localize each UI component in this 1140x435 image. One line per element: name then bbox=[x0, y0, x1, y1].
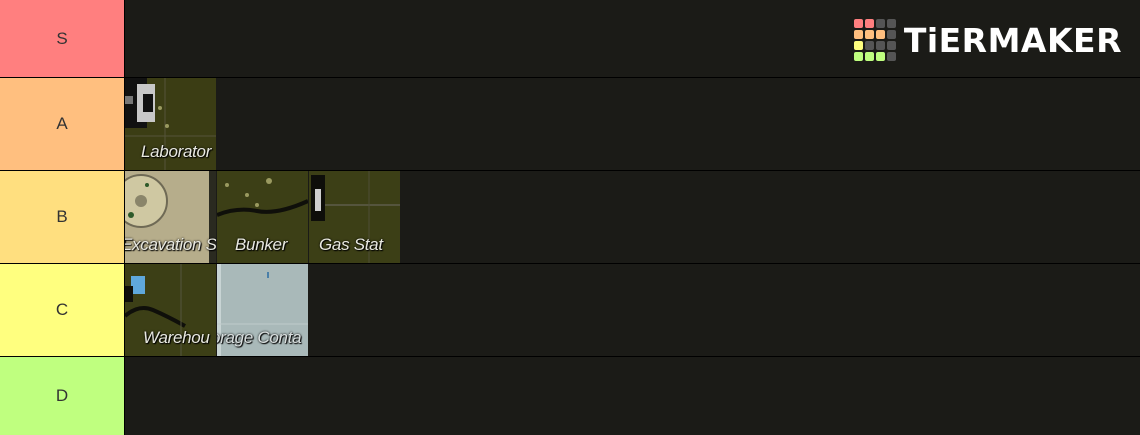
tier-label-a[interactable]: A bbox=[0, 78, 124, 170]
tier-label-c[interactable]: C bbox=[0, 264, 124, 356]
tier-items-c[interactable]: Warehou orage Conta bbox=[125, 264, 1140, 356]
tier-item-laboratory[interactable]: Laborator bbox=[125, 78, 216, 170]
tile-caption: Gas Stat bbox=[319, 235, 383, 254]
tier-row-b: B Excavation S Bunker Gas Stat bbox=[0, 171, 1140, 263]
tiermaker-logo: TiERMAKER bbox=[853, 19, 1122, 61]
tier-row-d: D bbox=[0, 357, 1140, 435]
tile-caption: Excavation S bbox=[125, 235, 216, 254]
tile-caption: Bunker bbox=[235, 235, 288, 254]
tier-row-s: S TiERMAKER bbox=[0, 0, 1140, 77]
tier-row-a: A Laborator bbox=[0, 78, 1140, 170]
tier-items-b[interactable]: Excavation S Bunker Gas Stat bbox=[125, 171, 1140, 263]
tier-items-s[interactable]: TiERMAKER bbox=[125, 0, 1140, 77]
tier-item-excavation-site[interactable]: Excavation S bbox=[125, 171, 216, 263]
tier-item-warehouse[interactable]: Warehou bbox=[125, 264, 216, 356]
tiermaker-grid-icon bbox=[853, 19, 896, 61]
tier-item-bunker[interactable]: Bunker bbox=[217, 171, 308, 263]
tier-item-storage-containers[interactable]: orage Conta bbox=[217, 264, 308, 356]
tile-caption: Laborator bbox=[141, 142, 212, 161]
tier-item-gas-station[interactable]: Gas Stat bbox=[309, 171, 400, 263]
tier-label-b[interactable]: B bbox=[0, 171, 124, 263]
tier-list-board: S TiERMAKER A Laborator B Excavation S B… bbox=[0, 0, 1140, 435]
tile-caption: Warehou bbox=[143, 328, 210, 347]
tile-caption: orage Conta bbox=[217, 328, 302, 347]
tiermaker-logo-text: TiERMAKER bbox=[903, 20, 1122, 60]
tier-label-d[interactable]: D bbox=[0, 357, 124, 435]
tier-label-s[interactable]: S bbox=[0, 0, 124, 77]
tier-items-d[interactable] bbox=[125, 357, 1140, 435]
tier-items-a[interactable]: Laborator bbox=[125, 78, 1140, 170]
tier-row-c: C Warehou orage Conta bbox=[0, 264, 1140, 356]
